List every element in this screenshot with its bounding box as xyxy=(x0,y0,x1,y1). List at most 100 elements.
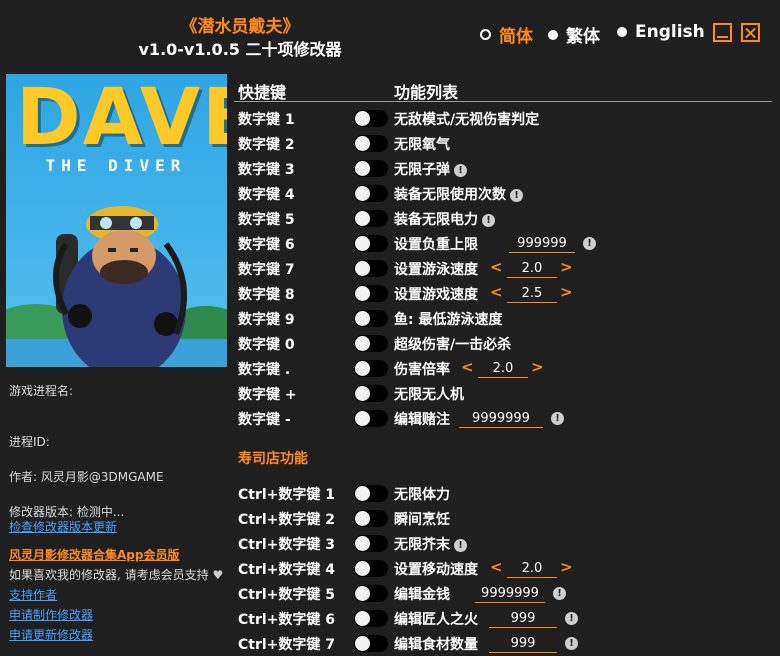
feature-label-text: 编辑匠人之火 xyxy=(394,612,478,628)
feature-label: 设置游泳速度 xyxy=(394,259,478,279)
feature-label-text: 设置负重上限 xyxy=(394,237,478,253)
feature-row: 数字键 7 设置游泳速度 <2.0 > xyxy=(238,257,778,281)
feature-row: 数字键 6 设置负重上限 999999! xyxy=(238,232,778,256)
check-update-link[interactable]: 检查修改器版本更新 xyxy=(9,518,117,535)
lang-simplified[interactable]: 简体 xyxy=(480,22,533,47)
warning-icon: ! xyxy=(551,412,564,425)
feature-row: 数字键 - 编辑赌注 9999999! xyxy=(238,407,778,431)
hotkey-label: 数字键 3 xyxy=(238,162,295,178)
warning-icon: ! xyxy=(583,237,596,250)
feature-toggle[interactable] xyxy=(354,335,388,352)
feature-toggle[interactable] xyxy=(354,560,388,577)
warning-icon: ! xyxy=(565,612,578,625)
feature-row: 数字键 + 无限无人机 xyxy=(238,382,778,406)
feature-label: 编辑赌注 xyxy=(394,409,450,429)
feature-toggle[interactable] xyxy=(354,260,388,277)
feature-row: Ctrl+数字键 5 编辑金钱 9999999! xyxy=(238,582,778,606)
feature-toggle[interactable] xyxy=(354,310,388,327)
value-input[interactable]: 2.0 xyxy=(507,260,557,278)
feature-label: 无限氧气 xyxy=(394,134,450,154)
hotkey-label: 数字键 5 xyxy=(238,212,295,228)
feature-label: 伤害倍率 xyxy=(394,359,450,379)
decrease-arrow-icon[interactable]: < xyxy=(490,283,503,301)
feature-toggle[interactable] xyxy=(354,160,388,177)
feature-row: 数字键 8 设置游戏速度 <2.5 > xyxy=(238,282,778,306)
feature-label-text: 编辑金钱 xyxy=(394,587,450,603)
feature-toggle[interactable] xyxy=(354,585,388,602)
hotkey-label: 数字键 + xyxy=(238,387,297,403)
minimize-icon[interactable] xyxy=(713,23,732,42)
feature-toggle[interactable] xyxy=(354,510,388,527)
value-input[interactable]: 9999999 xyxy=(459,410,543,428)
promo-link[interactable]: 风灵月影修改器合集App会员版 xyxy=(9,546,179,563)
feature-toggle[interactable] xyxy=(354,235,388,252)
value-input[interactable]: 999999 xyxy=(509,235,575,253)
value-input[interactable]: 2.5 xyxy=(507,285,557,303)
feature-label: 无敌模式/无视伤害判定 xyxy=(394,109,539,129)
decrease-arrow-icon[interactable]: < xyxy=(490,258,503,276)
feature-label: 无限体力 xyxy=(394,484,450,504)
hotkey-label: 数字键 9 xyxy=(238,312,295,328)
value-input[interactable]: 2.0 xyxy=(507,560,557,578)
hotkey-label: Ctrl+数字键 2 xyxy=(238,512,336,528)
close-icon[interactable] xyxy=(741,23,760,42)
feature-toggle[interactable] xyxy=(354,110,388,127)
lang-traditional[interactable]: 繁体 xyxy=(548,22,600,47)
feature-label-text: 编辑赌注 xyxy=(394,412,450,428)
request-update-link[interactable]: 申请更新修改器 xyxy=(9,626,93,643)
hotkey-label: Ctrl+数字键 4 xyxy=(238,562,336,578)
support-author-link[interactable]: 支持作者 xyxy=(9,586,57,603)
feature-label: 鱼: 最低游泳速度 xyxy=(394,309,502,329)
feature-label-text: 超级伤害/一击必杀 xyxy=(394,337,512,353)
warning-icon: ! xyxy=(482,213,495,227)
feature-toggle[interactable] xyxy=(354,610,388,627)
header: 《潜水员戴夫》 v1.0-v1.0.5 二十项修改器 简体 繁体 English xyxy=(0,0,780,70)
decrease-arrow-icon[interactable]: < xyxy=(461,358,474,376)
radio-selected-icon xyxy=(480,29,491,40)
feature-label: 装备无限使用次数! xyxy=(394,184,523,204)
feature-toggle[interactable] xyxy=(354,535,388,552)
increase-arrow-icon[interactable]: > xyxy=(560,558,573,576)
diver-illustration xyxy=(6,206,227,367)
increase-arrow-icon[interactable]: > xyxy=(560,283,573,301)
feature-label: 编辑匠人之火 xyxy=(394,609,478,629)
increase-arrow-icon[interactable]: > xyxy=(560,258,573,276)
lang-label: 繁体 xyxy=(566,27,600,47)
feature-row: Ctrl+数字键 4 设置移动速度 <2.0 > xyxy=(238,557,778,581)
lang-english[interactable]: English xyxy=(617,22,705,42)
support-text-content: 如果喜欢我的修改器, 请考虑会员支持 xyxy=(9,568,209,582)
feature-row: 数字键 . 伤害倍率 <2.0 > xyxy=(238,357,778,381)
value-input[interactable]: 999 xyxy=(489,610,557,628)
support-text: 如果喜欢我的修改器, 请考虑会员支持 ♥ xyxy=(9,566,223,583)
value-input[interactable]: 2.0 xyxy=(478,360,528,378)
section-sushi-title: 寿司店功能 xyxy=(238,451,308,467)
hotkey-label: 数字键 2 xyxy=(238,137,295,153)
feature-row: 数字键 3 无限子弹! xyxy=(238,157,778,181)
value-input[interactable]: 9999999 xyxy=(475,585,545,603)
value-input[interactable]: 999 xyxy=(489,635,557,653)
warning-icon: ! xyxy=(454,538,467,552)
warning-icon: ! xyxy=(565,637,578,650)
warning-icon: ! xyxy=(553,587,566,600)
feature-label: 无限无人机 xyxy=(394,384,464,404)
feature-label: 瞬间烹饪 xyxy=(394,509,450,529)
feature-toggle[interactable] xyxy=(354,410,388,427)
feature-label-text: 装备无限使用次数 xyxy=(394,187,506,203)
hotkey-label: Ctrl+数字键 3 xyxy=(238,537,336,553)
feature-toggle[interactable] xyxy=(354,385,388,402)
feature-label-text: 装备无限电力 xyxy=(394,212,478,228)
feature-toggle[interactable] xyxy=(354,285,388,302)
feature-toggle[interactable] xyxy=(354,135,388,152)
process-name-label: 游戏进程名: xyxy=(9,384,74,398)
decrease-arrow-icon[interactable]: < xyxy=(490,558,503,576)
feature-toggle[interactable] xyxy=(354,485,388,502)
feature-label-text: 无敌模式/无视伤害判定 xyxy=(394,112,540,128)
feature-toggle[interactable] xyxy=(354,635,388,652)
feature-toggle[interactable] xyxy=(354,185,388,202)
feature-toggle[interactable] xyxy=(354,360,388,377)
increase-arrow-icon[interactable]: > xyxy=(531,358,544,376)
hotkey-label: 数字键 1 xyxy=(238,112,295,128)
feature-toggle[interactable] xyxy=(354,210,388,227)
request-make-link[interactable]: 申请制作修改器 xyxy=(9,606,93,623)
hotkey-label: 数字键 . xyxy=(238,362,291,378)
